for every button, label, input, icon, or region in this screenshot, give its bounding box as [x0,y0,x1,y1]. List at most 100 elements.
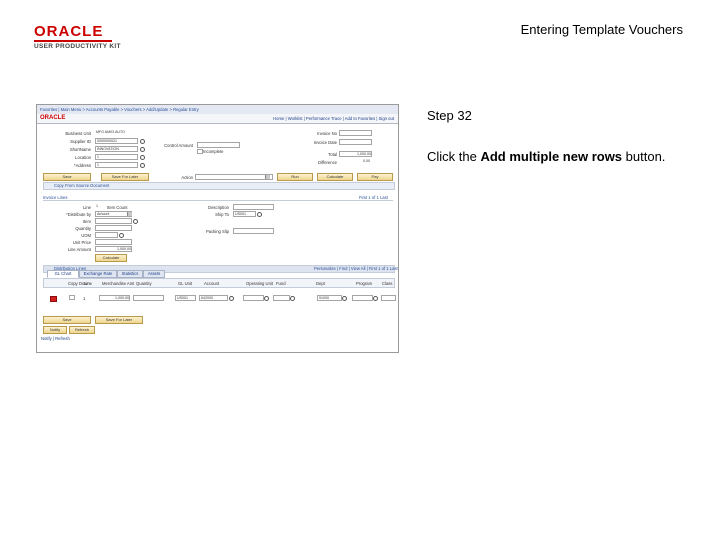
difference-value: 0.00 [339,159,370,163]
breadcrumb[interactable]: Favorites | Main Menu > Accounts Payable… [40,107,199,112]
program-lookup-icon[interactable] [373,296,378,301]
header-bar: ORACLE Home | Worklist | Performance Tra… [37,114,398,124]
quantity-label: Quantity [75,226,91,231]
location-label: Location [75,155,91,160]
grid-dept-field[interactable]: 51000 [317,295,342,301]
grid-operating-unit-field[interactable] [243,295,264,301]
invoice-date-label: Invoice Date [313,140,337,145]
col-class: Class [382,281,393,286]
invoice-label: Invoice No [317,131,337,136]
location-lookup-icon[interactable] [140,155,145,160]
item-count-label: Item Count [107,205,128,210]
line-calculate-button[interactable]: Calculate [95,254,127,262]
grid-program-field[interactable] [352,295,373,301]
notify-button[interactable]: Notify [43,326,67,334]
pay-button[interactable]: Pay [357,173,393,181]
bottom-save-for-later-button[interactable]: Save For Later [95,316,143,324]
control-amount-field[interactable] [197,142,240,148]
address-label: *Address [74,163,91,168]
col-operating-unit: Operating Unit [246,281,273,286]
tab-assets[interactable]: Assets [143,270,165,278]
grid-line-value: 1 [83,296,86,301]
line-amount-label: Line Amount [67,247,91,252]
address-lookup-icon[interactable] [140,163,145,168]
application-screenshot: Favorites | Main Menu > Accounts Payable… [36,104,399,353]
ship-to-field[interactable]: US001 [233,211,256,217]
tab-exchange-rate[interactable]: Exchange Rate [79,270,117,278]
run-button[interactable]: Run [277,173,313,181]
account-lookup-icon[interactable] [229,296,234,301]
grid-gl-unit-field[interactable]: US001 [175,295,196,301]
copy-down-checkbox[interactable] [69,295,75,300]
save-button[interactable]: Save [43,173,91,181]
shortname-field[interactable]: INNOVATION [95,146,138,152]
bu-label: Business Unit [65,131,91,136]
oracle-upk-logo: ORACLE USER PRODUCTIVITY KIT [34,24,134,50]
packing-slip-label: Packing Slip [205,229,229,234]
line-amount-field[interactable]: 1,000.00 [95,246,132,252]
tab-statistics[interactable]: Statistics [117,270,143,278]
difference-label: Difference [317,160,337,165]
bottom-save-button[interactable]: Save [43,316,91,324]
invoice-date-field[interactable] [339,139,372,145]
footer-links[interactable]: Notify | Refresh [41,336,70,341]
calculate-button[interactable]: Calculate [317,173,353,181]
grid-fund-field[interactable] [273,295,290,301]
instruction-post: button. [622,149,666,164]
col-merch-amt: Merchandise Amt [102,281,135,286]
logo-upk-text: USER PRODUCTIVITY KIT [34,43,121,50]
uom-lookup-icon[interactable] [119,233,124,238]
invoice-field[interactable] [339,130,372,136]
logo-oracle-text: ORACLE [34,23,104,40]
grid-class-field[interactable] [381,295,396,301]
copy-from-label: Copy From Source Document [54,183,110,188]
item-label: Item [82,219,91,224]
control-amount-label: Control Amount [164,143,193,148]
grid-amount-field[interactable]: 1,000.00 [99,295,130,301]
unit-price-field[interactable] [95,239,132,245]
bu-value: MFG AM03 AUTO [95,130,136,134]
total-value: 1,000.00 [339,151,372,157]
shortname-label: ShortName [69,147,91,152]
address-field[interactable]: 1 [95,162,138,168]
grid-quantity-field[interactable] [133,295,164,301]
supplier-field[interactable]: 0000000021 [95,138,138,144]
save-for-later-button[interactable]: Save For Later [101,173,149,181]
refresh-button[interactable]: Refresh [69,326,95,334]
grid-account-field[interactable]: 642000 [199,295,228,301]
action-dropdown-icon[interactable] [265,175,270,179]
distribution-grid-header: Copy Down Line Merchandise Amt Quantity … [43,278,395,288]
unit-price-label: Unit Price [72,240,91,245]
instruction-pre: Click the [427,149,481,164]
add-multiple-rows-button[interactable] [50,296,57,302]
divider [43,200,393,201]
ship-to-label: Ship To [215,212,229,217]
ship-to-lookup-icon[interactable] [257,212,262,217]
supplier-lookup-icon[interactable] [140,139,145,144]
action-label: Action [181,175,193,180]
total-label: Total [328,152,337,157]
distribution-nav[interactable]: Personalize | Find | View All | First 1 … [314,266,398,272]
distribute-dropdown-icon[interactable] [127,212,132,216]
item-lookup-icon[interactable] [133,219,138,224]
uom-field[interactable] [95,232,118,238]
item-description-field[interactable] [233,204,274,210]
action-select[interactable] [195,174,273,180]
location-field[interactable]: 1 [95,154,138,160]
col-line: Line [84,281,92,286]
item-field[interactable] [95,218,132,224]
col-fund: Fund [276,281,286,286]
fund-lookup-icon[interactable] [290,296,295,301]
tab-gl-chart[interactable]: GL Chart [47,270,79,278]
copy-from-band[interactable]: Copy From Source Document [43,182,395,190]
quantity-field[interactable] [95,225,132,231]
document-title: Entering Template Vouchers [520,22,683,37]
shortname-lookup-icon[interactable] [140,147,145,152]
dept-lookup-icon[interactable] [342,296,347,301]
packing-slip-field[interactable] [233,228,274,234]
operating-unit-lookup-icon[interactable] [264,296,269,301]
instruction-bold: Add multiple new rows [480,149,623,164]
logo-rule [34,40,112,42]
header-links[interactable]: Home | Worklist | Performance Trace | Ad… [273,116,394,121]
uom-label: UOM [81,233,91,238]
